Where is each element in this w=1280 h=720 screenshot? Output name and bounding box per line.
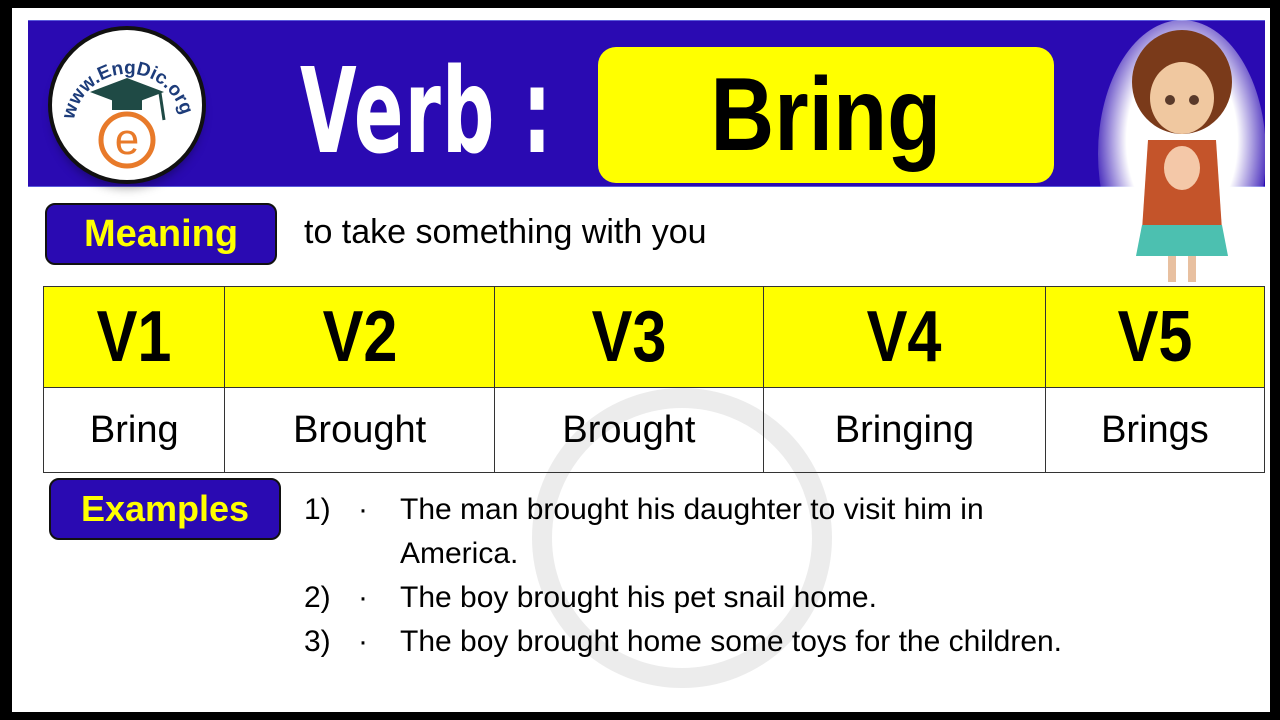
example-text: The man brought his daughter to visit hi… — [400, 493, 984, 570]
page-frame: Verb : Bring www.EngDic.org e Meaning to… — [12, 8, 1270, 712]
logo-letter: e — [115, 115, 139, 164]
bullet-icon: · — [358, 625, 368, 658]
examples-label: Examples — [49, 478, 281, 540]
list-item: 1) · The man brought his daughter to vis… — [304, 488, 1100, 576]
header-v1: V1 — [42, 286, 226, 388]
engdic-logo: www.EngDic.org e — [48, 26, 206, 184]
example-text: The boy brought home some toys for the c… — [400, 625, 1063, 658]
example-text: The boy brought his pet snail home. — [400, 581, 877, 614]
verb-word: Bring — [710, 56, 942, 173]
table-row: Bring Brought Brought Bringing Brings — [42, 387, 1266, 473]
header-v4: V4 — [763, 286, 1046, 388]
bullet-icon: · — [358, 581, 368, 614]
logo-icon: www.EngDic.org e — [58, 58, 197, 169]
example-number: 3) — [304, 625, 331, 658]
title-banner: Verb : Bring — [28, 20, 1265, 187]
value-v2: Brought — [224, 387, 495, 473]
examples-list: 1) · The man brought his daughter to vis… — [304, 488, 1100, 664]
verb-forms-table: V1 V2 V3 V4 V5 Bring Brought Brought Bri… — [42, 286, 1266, 473]
girl-with-cat-illustration — [1098, 20, 1266, 288]
table-header-row: V1 V2 V3 V4 V5 — [42, 286, 1266, 388]
example-number: 2) — [304, 581, 331, 614]
header-v3: V3 — [493, 286, 765, 388]
example-number: 1) — [304, 493, 331, 526]
verb-label: Verb : — [300, 42, 553, 180]
verb-box: Bring — [598, 47, 1054, 183]
list-item: 2) · The boy brought his pet snail home. — [304, 576, 1100, 620]
meaning-text: to take something with you — [304, 213, 707, 251]
header-v2: V2 — [224, 286, 495, 388]
list-item: 3) · The boy brought home some toys for … — [304, 620, 1100, 664]
value-v3: Brought — [493, 387, 765, 473]
bullet-icon: · — [358, 493, 368, 526]
value-v5: Brings — [1044, 387, 1266, 473]
meaning-label: Meaning — [45, 203, 277, 265]
value-v1: Bring — [42, 387, 226, 473]
value-v4: Bringing — [763, 387, 1046, 473]
header-v5: V5 — [1044, 286, 1266, 388]
